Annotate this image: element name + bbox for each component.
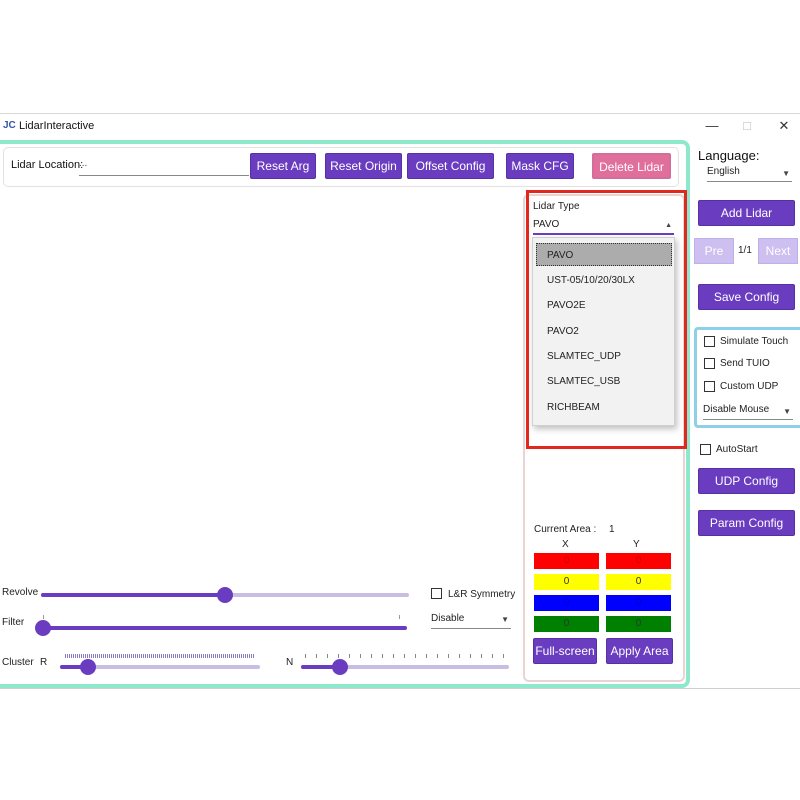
background-toolbar-strip: [0, 100, 800, 114]
cluster-r-slider-thumb[interactable]: [80, 659, 96, 675]
symmetry-label: L&R Symmetry: [448, 589, 516, 600]
current-area-value: 1: [609, 524, 615, 535]
app-screen: JC LidarInteractive — □ ✕ Lidar Location…: [0, 0, 800, 800]
cluster-n-ticks: [305, 654, 509, 658]
param-config-button[interactable]: Param Config: [698, 510, 795, 536]
title-bar: [0, 115, 800, 139]
mouse-mode-value: Disable Mouse: [703, 404, 770, 415]
udp-config-button[interactable]: UDP Config: [698, 468, 795, 494]
area-x-input-green[interactable]: 0: [534, 616, 599, 632]
cluster-r-ticks: [65, 654, 255, 658]
filter-select-value: Disable: [431, 613, 465, 624]
next-button[interactable]: Next: [758, 238, 798, 264]
pre-button[interactable]: Pre: [694, 238, 734, 264]
language-value: English: [707, 166, 740, 177]
fullscreen-button[interactable]: Full-screen: [533, 638, 597, 664]
cluster-label: Cluster: [2, 657, 34, 668]
highlight-box: [526, 190, 687, 449]
filter-slider[interactable]: [43, 626, 407, 630]
area-x-input-red[interactable]: 0: [534, 553, 599, 569]
autostart-label: AutoStart: [716, 444, 758, 455]
chevron-down-icon: ▼: [782, 169, 790, 178]
page-indicator: 1/1: [738, 245, 752, 256]
cluster-r-label: R: [40, 657, 48, 668]
offset-config-button[interactable]: Offset Config: [407, 153, 494, 179]
area-y-input-yellow[interactable]: 0: [606, 574, 671, 590]
apply-area-button[interactable]: Apply Area: [606, 638, 673, 664]
y-column-label: Y: [633, 539, 640, 550]
filter-tick-left: [43, 615, 44, 619]
mouse-mode-select[interactable]: Disable Mouse ▼: [703, 404, 793, 420]
area-x-input-blue[interactable]: 0: [534, 595, 599, 611]
filter-slider-thumb[interactable]: [35, 620, 51, 636]
symmetry-checkbox[interactable]: [431, 588, 442, 599]
mask-cfg-button[interactable]: Mask CFG: [506, 153, 574, 179]
location-input[interactable]: ...: [79, 156, 249, 176]
simulate-touch-checkbox[interactable]: [704, 336, 715, 347]
filter-tick-right: [399, 615, 400, 619]
language-label: Language:: [698, 148, 760, 163]
minimize-icon[interactable]: —: [702, 117, 722, 135]
maximize-icon[interactable]: □: [737, 117, 757, 135]
revolve-label: Revolve: [2, 587, 39, 598]
chevron-down-icon: ▼: [783, 407, 791, 416]
filter-select[interactable]: Disable ▼: [431, 613, 511, 629]
area-x-input-yellow[interactable]: 0: [534, 574, 599, 590]
window-title: LidarInteractive: [19, 120, 95, 132]
revolve-slider-fill: [41, 593, 225, 597]
location-label: Lidar Location:: [11, 159, 84, 171]
delete-lidar-button[interactable]: Delete Lidar: [592, 153, 671, 179]
window-bottom-edge: [0, 688, 800, 689]
custom-udp-checkbox[interactable]: [704, 381, 715, 392]
reset-arg-button[interactable]: Reset Arg: [250, 153, 316, 179]
cluster-n-slider-thumb[interactable]: [332, 659, 348, 675]
area-y-input-red[interactable]: 0: [606, 553, 671, 569]
send-tuio-label: Send TUIO: [720, 358, 770, 369]
add-lidar-button[interactable]: Add Lidar: [698, 200, 795, 226]
save-config-button[interactable]: Save Config: [698, 284, 795, 310]
x-column-label: X: [562, 539, 569, 550]
send-tuio-checkbox[interactable]: [704, 358, 715, 369]
area-y-input-blue[interactable]: 0: [606, 595, 671, 611]
chevron-down-icon: ▼: [501, 615, 509, 624]
app-logo-icon: JC: [3, 120, 16, 131]
simulate-touch-label: Simulate Touch: [720, 336, 789, 347]
filter-label: Filter: [2, 617, 25, 628]
reset-origin-button[interactable]: Reset Origin: [325, 153, 402, 179]
autostart-checkbox[interactable]: [700, 444, 711, 455]
area-y-input-green[interactable]: 0: [606, 616, 671, 632]
close-icon[interactable]: ✕: [774, 117, 794, 135]
revolve-slider-thumb[interactable]: [217, 587, 233, 603]
current-area-label: Current Area :: [534, 524, 597, 535]
language-select[interactable]: English ▼: [707, 166, 792, 182]
cluster-n-label: N: [286, 657, 294, 668]
custom-udp-label: Custom UDP: [720, 381, 779, 392]
